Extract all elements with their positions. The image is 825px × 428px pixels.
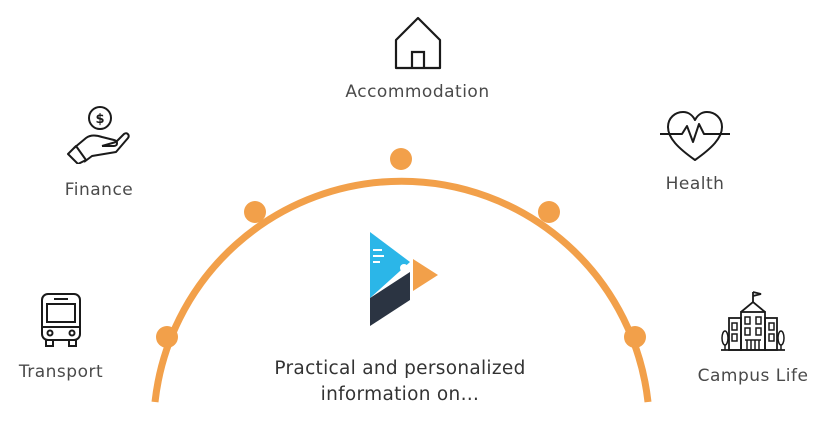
hand-coin-icon: $ [67, 106, 130, 164]
center-caption-line1: Practical and personalized [274, 358, 526, 379]
topic-health: Health [640, 110, 750, 194]
brand-logo-icon [370, 232, 438, 326]
svg-text:$: $ [95, 112, 104, 127]
orbit-dot-upper-left [244, 201, 266, 223]
topic-label: Finance [64, 180, 134, 200]
orbit-dot-top [390, 148, 412, 170]
topic-transport: Transport [5, 292, 117, 382]
center-caption-line2: information on… [320, 384, 480, 405]
orbit-dot-right [624, 326, 646, 348]
topic-campus-life: Campus Life [688, 290, 818, 386]
heart-pulse-icon [660, 111, 730, 161]
bus-icon [41, 293, 81, 347]
center-caption: Practical and personalized information o… [230, 356, 570, 408]
topic-label: Transport [18, 362, 104, 382]
topic-accommodation: Accommodation [315, 10, 520, 102]
orbit-dot-left [156, 326, 178, 348]
topic-label: Health [665, 174, 725, 194]
orbit-dot-upper-right [538, 201, 560, 223]
house-icon [394, 16, 441, 70]
topic-label: Accommodation [345, 82, 490, 102]
topic-label: Campus Life [697, 366, 809, 386]
campus-building-icon [721, 291, 785, 351]
topic-finance: $ Finance [40, 104, 158, 200]
